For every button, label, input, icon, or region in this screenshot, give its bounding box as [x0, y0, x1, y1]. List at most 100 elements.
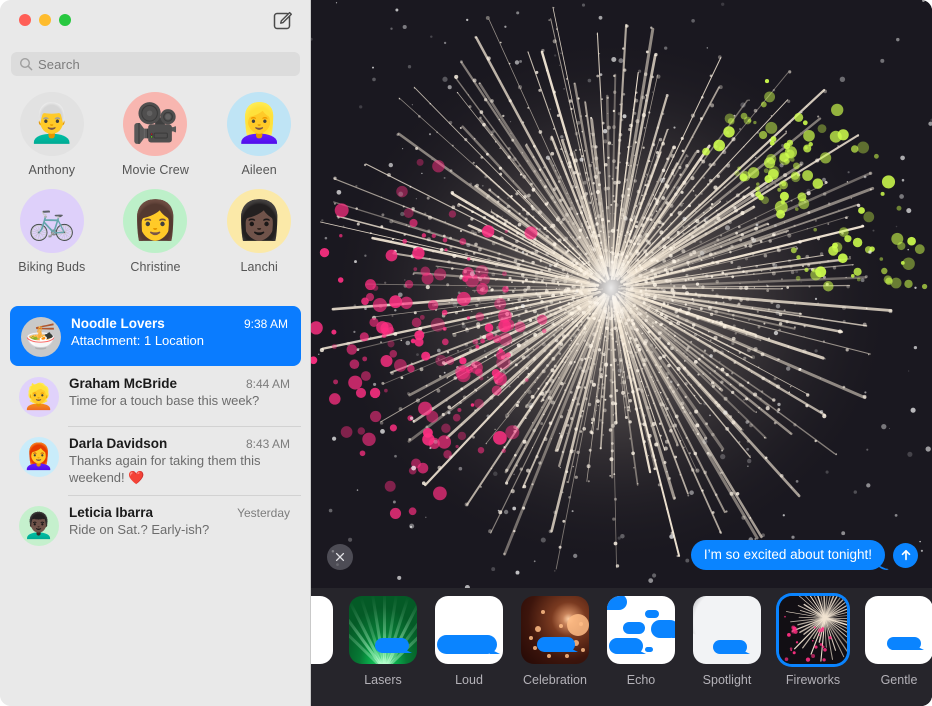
conversation-body: Leticia Ibarra Yesterday Ride on Sat.? Ear… [69, 504, 290, 538]
avatar: 👩🏿 [227, 189, 291, 253]
pinned-conversation[interactable]: 👩🏿 Lanchi [207, 189, 311, 274]
avatar-glyph: 👩‍🦰 [23, 445, 54, 470]
avatar-glyph: 🎥 [132, 105, 179, 143]
avatar: 🚲 [20, 189, 84, 253]
conversation-timestamp: 8:43 AM [246, 437, 290, 451]
mini-bubble [609, 638, 643, 654]
spark [529, 636, 533, 640]
effect-thumbnail [865, 596, 932, 664]
spark [559, 624, 563, 628]
pinned-conversation[interactable]: 🚲 Biking Buds [0, 189, 104, 274]
effect-thumbnail [311, 596, 333, 664]
effect-option-echo[interactable]: Echo [599, 596, 683, 687]
pinned-conversation-label: Christine [130, 260, 180, 274]
avatar-glyph: 👱 [23, 385, 54, 410]
sidebar: Search 👨‍🦳 Anthony 🎥 Movie Crew 👱‍♀️ Aileen 🚲 B… [0, 0, 311, 706]
mini-bubble [537, 637, 575, 652]
mini-bubble [887, 637, 921, 650]
divider [68, 426, 301, 427]
conversation-header: Darla Davidson 8:43 AM [69, 436, 290, 451]
mini-bubble [645, 647, 653, 652]
effect-option-lasers[interactable]: Lasers [341, 596, 425, 687]
message-compose-row: I’m so excited about tonight! [311, 540, 932, 580]
title-bar [0, 0, 310, 40]
search-input[interactable]: Search [11, 52, 300, 76]
close-icon[interactable] [327, 544, 353, 570]
effect-preview-panel: I’m so excited about tonight! Lasers Loud… [311, 0, 932, 706]
conversation-timestamp: 8:44 AM [246, 377, 290, 391]
zoom-window-button[interactable] [59, 14, 71, 26]
spark [541, 610, 545, 614]
pinned-conversation-label: Biking Buds [18, 260, 85, 274]
close-window-button[interactable] [19, 14, 31, 26]
conversation-timestamp: Yesterday [237, 506, 290, 520]
pinned-conversation[interactable]: 🎥 Movie Crew [104, 92, 208, 177]
effect-option-fireworks[interactable]: Fireworks [771, 596, 855, 687]
mini-bubble [645, 610, 659, 618]
effect-label: Lasers [364, 673, 402, 687]
search-placeholder: Search [38, 57, 80, 72]
conversation-name: Darla Davidson [69, 436, 167, 451]
effect-option-gentle[interactable]: Gentle [857, 596, 932, 687]
mini-bubble [437, 635, 497, 654]
effect-option-loud[interactable]: Loud [427, 596, 511, 687]
mini-bubble [623, 622, 645, 634]
conversation-row[interactable]: 👨🏿‍🦱 Leticia Ibarra Yesterday Ride on Sat.?… [8, 495, 303, 555]
effect-label: Gentle [881, 673, 918, 687]
spark [535, 626, 541, 632]
conversation-snippet: Thanks again for taking them this weeken… [69, 452, 290, 486]
conversation-row[interactable]: 🍜 Noodle Lovers 9:38 AM Attachment: 1 Locat… [10, 306, 301, 366]
conversation-snippet: Ride on Sat.? Early-ish? [69, 521, 290, 538]
divider [68, 495, 301, 496]
avatar: 👨🏿‍🦱 [19, 506, 59, 546]
spotlight-shade [693, 596, 751, 638]
spark [567, 614, 589, 636]
effect-thumbnail [693, 596, 761, 664]
conversation-snippet: Time for a touch base this week? [69, 392, 290, 409]
conversation-header: Graham McBride 8:44 AM [69, 376, 290, 391]
conversation-header: Noodle Lovers 9:38 AM [71, 316, 288, 331]
effect-label: Loud [455, 673, 483, 687]
effect-option-celebration[interactable]: Celebration [513, 596, 597, 687]
message-bubble: I’m so excited about tonight! [691, 540, 885, 570]
effects-picker: Lasers Loud Celebration Echo Spotlight Firewo… [311, 588, 932, 706]
effect-label: Celebration [523, 673, 587, 687]
compose-icon[interactable] [272, 10, 294, 32]
conversation-name: Leticia Ibarra [69, 505, 153, 520]
effect-label: Echo [627, 673, 656, 687]
mini-bubble [607, 596, 627, 610]
pinned-conversation[interactable]: 👨‍🦳 Anthony [0, 92, 104, 177]
effect-thumbnail [521, 596, 589, 664]
effect-option-spotlight[interactable]: Spotlight [685, 596, 769, 687]
pinned-conversation[interactable]: 👱‍♀️ Aileen [207, 92, 311, 177]
avatar: 🎥 [123, 92, 187, 156]
effect-thumbnail [435, 596, 503, 664]
effect-thumbnail [349, 596, 417, 664]
send-arrow-up-icon[interactable] [893, 543, 918, 568]
avatar: 👱 [19, 377, 59, 417]
avatar-glyph: 👨‍🦳 [28, 105, 75, 143]
spark [581, 648, 585, 652]
minimize-window-button[interactable] [39, 14, 51, 26]
avatar-glyph: 👱‍♀️ [235, 105, 282, 143]
messages-window: Search 👨‍🦳 Anthony 🎥 Movie Crew 👱‍♀️ Aileen 🚲 B… [0, 0, 932, 706]
traffic-light-group [19, 14, 71, 26]
conversation-header: Leticia Ibarra Yesterday [69, 505, 290, 520]
mini-bubble [713, 640, 747, 654]
spark [565, 654, 569, 658]
conversation-row[interactable]: 👱 Graham McBride 8:44 AM Time for a touch b… [8, 366, 303, 426]
spark [547, 654, 551, 658]
avatar-glyph: 👩🏿 [235, 202, 282, 240]
pinned-conversation[interactable]: 👩 Christine [104, 189, 208, 274]
mini-bubble [651, 620, 675, 638]
conversation-row[interactable]: 👩‍🦰 Darla Davidson 8:43 AM Thanks again for… [8, 426, 303, 495]
conversation-list: 🍜 Noodle Lovers 9:38 AM Attachment: 1 Locat… [0, 306, 311, 706]
effect-thumbnail-partial[interactable] [311, 596, 333, 664]
conversation-body: Darla Davidson 8:43 AM Thanks again for ta… [69, 435, 290, 486]
avatar: 👩‍🦰 [19, 437, 59, 477]
pinned-conversation-label: Anthony [29, 163, 76, 177]
effect-label: Spotlight [703, 673, 752, 687]
avatar: 👩 [123, 189, 187, 253]
avatar-glyph: 🍜 [25, 325, 56, 350]
avatar-glyph: 👩 [132, 202, 179, 240]
